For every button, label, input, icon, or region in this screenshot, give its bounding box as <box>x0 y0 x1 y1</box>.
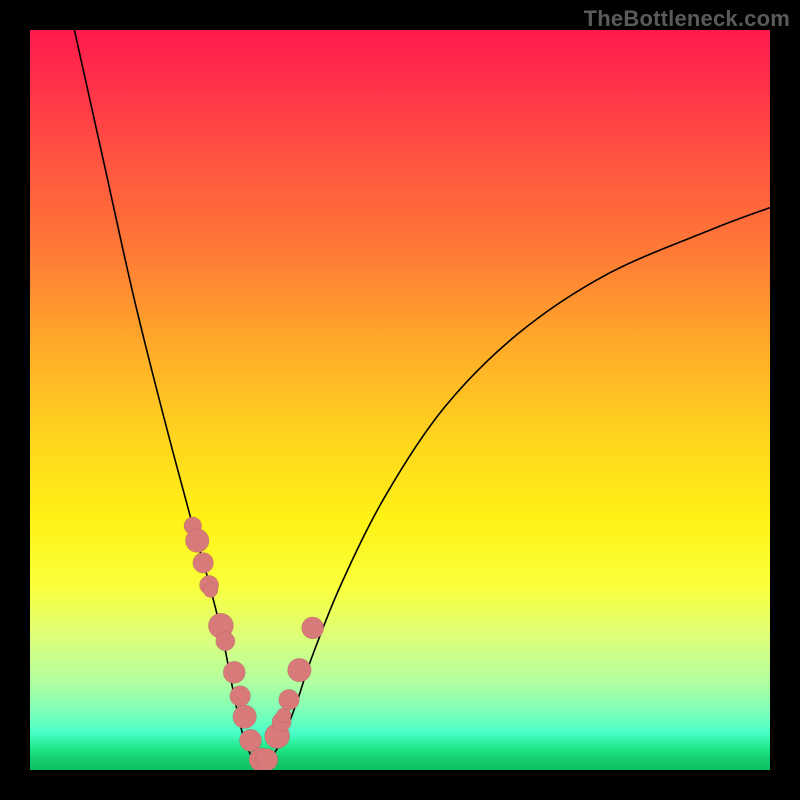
highlight-dot <box>193 552 214 573</box>
chart-container: TheBottleneck.com <box>0 0 800 800</box>
highlight-dot <box>302 617 324 639</box>
highlight-dot <box>233 705 257 729</box>
highlight-dot <box>256 749 278 770</box>
bottleneck-curve <box>74 30 770 765</box>
highlight-dot <box>230 686 251 707</box>
highlight-dot <box>223 661 245 683</box>
highlight-dot <box>185 529 209 553</box>
chart-svg <box>30 30 770 770</box>
highlight-dot <box>279 689 300 710</box>
highlight-dots <box>184 517 324 770</box>
highlight-dot <box>288 658 312 682</box>
watermark-text: TheBottleneck.com <box>584 6 790 32</box>
highlight-dot <box>216 632 235 651</box>
highlight-dot <box>203 583 218 598</box>
plot-area <box>30 30 770 770</box>
